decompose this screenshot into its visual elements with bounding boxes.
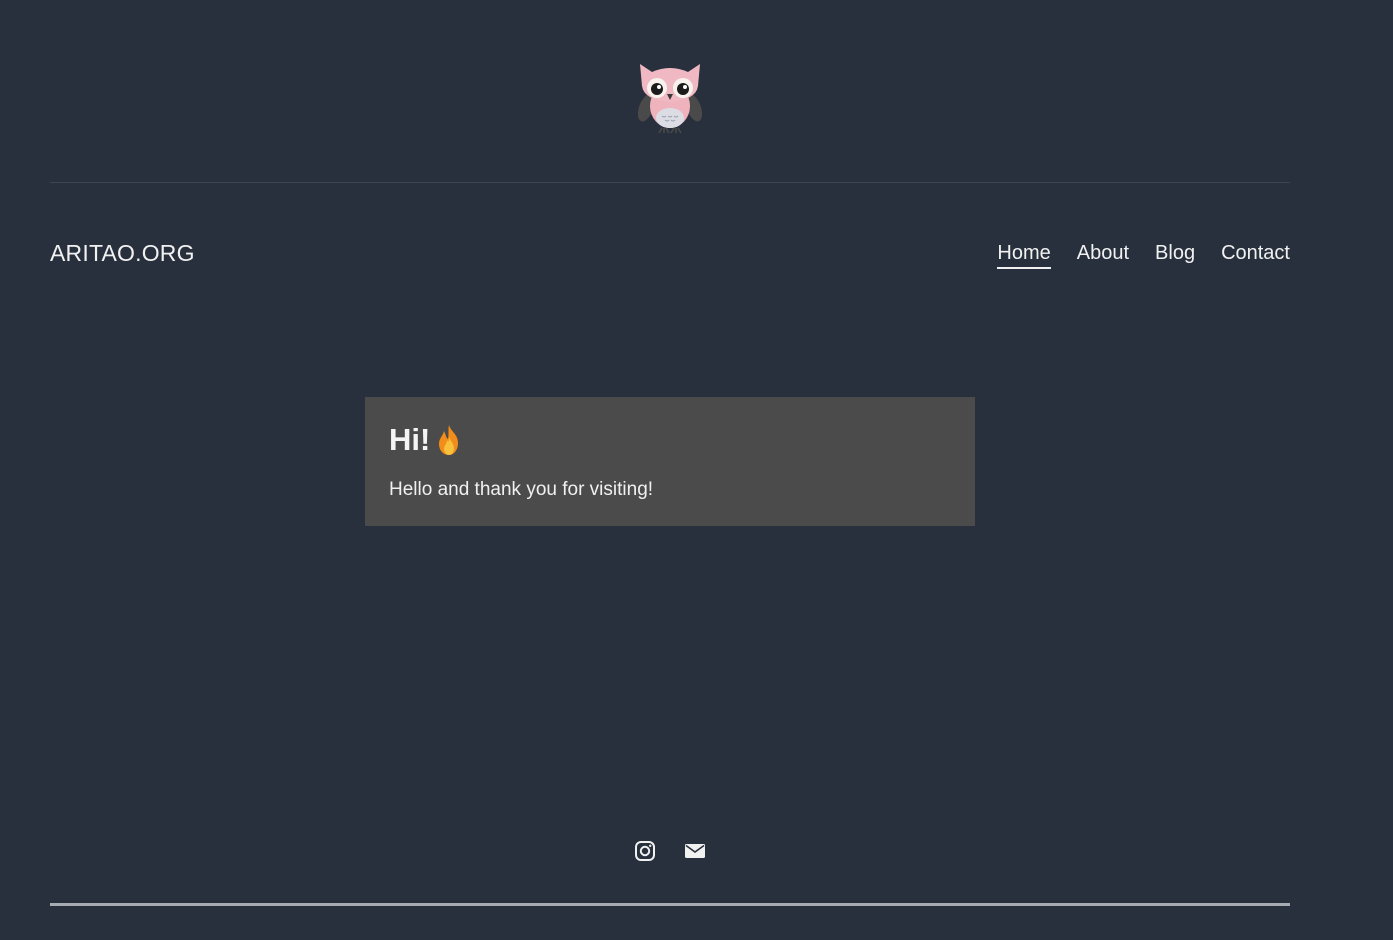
owl-logo-icon <box>637 64 703 134</box>
primary-navigation: Home About Blog Contact <box>997 242 1290 269</box>
nav-item-home[interactable]: Home <box>997 242 1051 269</box>
footer-divider <box>50 903 1290 906</box>
welcome-heading: Hi! <box>389 421 951 459</box>
site-title-link[interactable]: ARITAO.ORG <box>50 240 195 267</box>
nav-item-blog[interactable]: Blog <box>1155 242 1195 269</box>
site-logo[interactable] <box>634 56 706 136</box>
welcome-card: Hi! Hello and thank you for visiting! <box>365 397 975 526</box>
email-link[interactable] <box>684 840 706 862</box>
instagram-icon <box>635 841 655 861</box>
fire-emoji-icon <box>439 425 459 455</box>
header-divider <box>50 182 1290 183</box>
welcome-heading-text: Hi! <box>389 422 431 457</box>
nav-item-about[interactable]: About <box>1077 242 1129 269</box>
instagram-link[interactable] <box>634 840 656 862</box>
email-icon <box>685 844 705 858</box>
social-links <box>634 840 706 862</box>
nav-item-contact[interactable]: Contact <box>1221 242 1290 269</box>
welcome-message: Hello and thank you for visiting! <box>389 479 654 500</box>
